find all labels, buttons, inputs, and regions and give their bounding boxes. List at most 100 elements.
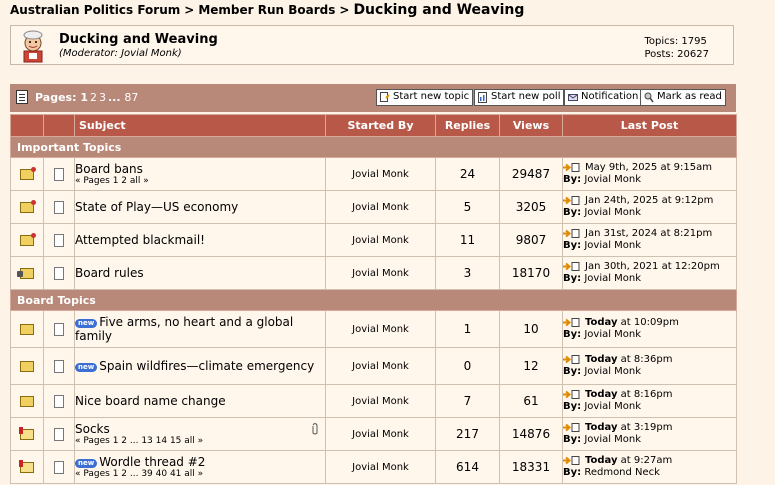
topic-title-link[interactable]: Nice board name change (75, 394, 226, 408)
board-stats: Topics: 1795 Posts: 20627 (645, 35, 710, 61)
last-post-author[interactable]: Jovial Monk (584, 207, 641, 218)
breadcrumb-link-member-boards[interactable]: Member Run Boards (198, 3, 335, 17)
topic-starter[interactable]: Jovial Monk (325, 417, 436, 451)
last-post-author[interactable]: Redmond Neck (584, 467, 660, 478)
topic-subject-cell: Socks « Pages 1 2 ... 13 14 15 all » (74, 417, 326, 451)
start-new-poll-button[interactable]: Start new poll (474, 89, 565, 106)
last-post-arrow-icon[interactable] (563, 228, 583, 238)
page-link-current[interactable]: 1 (80, 91, 88, 104)
topic-replies: 0 (435, 347, 500, 385)
topic-views: 61 (499, 384, 563, 418)
topic-type-cell (43, 384, 75, 418)
topic-starter[interactable]: Jovial Monk (325, 190, 436, 224)
topic-status-cell (10, 450, 44, 484)
topic-title-link[interactable]: Spain wildfires—climate emergency (99, 359, 314, 373)
section-row-board: Board Topics (10, 289, 737, 311)
page-link-last[interactable]: 87 (124, 91, 138, 104)
last-post-arrow-icon[interactable] (563, 389, 583, 399)
last-post-author[interactable]: Jovial Monk (584, 174, 641, 185)
last-post-author[interactable]: Jovial Monk (584, 401, 641, 412)
last-post-arrow-icon[interactable] (563, 354, 583, 364)
table-row[interactable]: new Spain wildfires—climate emergency Jovi… (10, 347, 737, 385)
topic-starter[interactable]: Jovial Monk (325, 450, 436, 484)
topic-title-link[interactable]: Five arms, no heart and a global family (75, 315, 293, 343)
page-link[interactable]: 2 (90, 91, 97, 104)
page-link[interactable]: 3 (99, 91, 106, 104)
mark-read-icon (644, 92, 654, 103)
table-row[interactable]: new Wordle thread #2 « Pages 1 2 ... 39 40… (10, 450, 737, 484)
document-icon (54, 394, 64, 408)
topic-last-post: May 9th, 2025 at 9:15am By: Jovial Monk (562, 157, 737, 191)
mark-as-read-label: Mark as read (657, 91, 722, 102)
last-post-arrow-icon[interactable] (563, 261, 583, 271)
table-row[interactable]: Socks « Pages 1 2 ... 13 14 15 all » Jovia… (10, 417, 737, 451)
topic-title-link[interactable]: Wordle thread #2 (99, 455, 205, 469)
notification-icon (568, 94, 578, 101)
header-replies[interactable]: Replies (435, 114, 500, 137)
topic-status-cell (10, 256, 44, 290)
table-row[interactable]: new Five arms, no heart and a global fami… (10, 310, 737, 348)
sticky-folder-icon (20, 167, 36, 180)
topic-title-link[interactable]: Attempted blackmail! (75, 233, 205, 247)
pagination: Pages: 1 2 3... 87 (35, 91, 140, 104)
board-toolbar: Pages: 1 2 3... 87 Start new topic Start n… (10, 84, 736, 112)
monk-mascot-icon (23, 30, 43, 63)
last-post-by-label: By: (563, 207, 582, 218)
table-row[interactable]: Board bans « Pages 1 2 all » Jovial Monk 24… (10, 157, 737, 191)
topic-title-link[interactable]: Socks (75, 422, 110, 436)
topic-replies: 7 (435, 384, 500, 418)
topic-starter[interactable]: Jovial Monk (325, 223, 436, 257)
table-row[interactable]: Nice board name change Jovial Monk 7 61 Toda… (10, 384, 737, 418)
topic-type-cell (43, 190, 75, 224)
header-views[interactable]: Views (499, 114, 563, 137)
topics-body: Important Topics Board bans « Pages 1 2 a… (10, 136, 737, 484)
topic-title-link[interactable]: Board bans (75, 162, 143, 176)
topic-last-post: Today at 8:36pm By: Jovial Monk (562, 347, 737, 385)
document-icon (54, 233, 64, 247)
last-post-arrow-icon[interactable] (563, 455, 583, 465)
board-info-box: Ducking and Weaving (Moderator: Jovial M… (10, 25, 734, 65)
topics-table: Subject Started By Replies Views Last Po… (10, 114, 737, 484)
last-post-author[interactable]: Jovial Monk (584, 434, 641, 445)
topic-title-link[interactable]: Board rules (75, 266, 144, 280)
document-icon (54, 427, 64, 441)
topic-starter[interactable]: Jovial Monk (325, 384, 436, 418)
topic-starter[interactable]: Jovial Monk (325, 310, 436, 348)
topic-starter[interactable]: Jovial Monk (325, 157, 436, 191)
mark-as-read-button[interactable]: Mark as read (640, 89, 726, 106)
last-post-author[interactable]: Jovial Monk (584, 273, 641, 284)
header-started-by[interactable]: Started By (325, 114, 436, 137)
new-badge: new (75, 362, 98, 372)
topic-last-post: Jan 31st, 2024 at 8:21pm By: Jovial Monk (562, 223, 737, 257)
notification-label: Notification (581, 91, 639, 102)
start-new-topic-button[interactable]: Start new topic (376, 89, 474, 106)
topic-replies: 5 (435, 190, 500, 224)
last-post-author[interactable]: Jovial Monk (584, 329, 641, 340)
table-row[interactable]: State of Play—US economy Jovial Monk 5 3205… (10, 190, 737, 224)
topic-pages[interactable]: « Pages 1 2 all » (75, 176, 325, 186)
last-post-arrow-icon[interactable] (563, 195, 583, 205)
document-icon (54, 460, 64, 474)
last-post-arrow-icon[interactable] (563, 162, 583, 172)
header-subject[interactable]: Subject (74, 114, 326, 137)
last-post-time: at 8:36pm (620, 354, 673, 365)
table-row[interactable]: Attempted blackmail! Jovial Monk 11 9807 Jan… (10, 223, 737, 257)
topic-starter[interactable]: Jovial Monk (325, 256, 436, 290)
topic-starter[interactable]: Jovial Monk (325, 347, 436, 385)
last-post-author[interactable]: Jovial Monk (584, 240, 641, 251)
topic-title-link[interactable]: State of Play—US economy (75, 200, 238, 214)
topic-pages[interactable]: « Pages 1 2 ... 13 14 15 all » (75, 436, 325, 446)
last-post-arrow-icon[interactable] (563, 422, 583, 432)
header-last-post[interactable]: Last Post (562, 114, 737, 137)
table-row[interactable]: Board rules Jovial Monk 3 18170 Jan 30th, 20… (10, 256, 737, 290)
last-post-date: Jan 31st, 2024 at 8:21pm (585, 228, 713, 239)
notification-button[interactable]: Notification (564, 89, 643, 106)
topic-pages[interactable]: « Pages 1 2 ... 39 40 41 all » (75, 469, 325, 479)
sticky-folder-icon (20, 233, 36, 246)
header-doc-col (43, 114, 75, 137)
topic-last-post: Jan 24th, 2025 at 9:12pm By: Jovial Monk (562, 190, 737, 224)
breadcrumb-link-forum[interactable]: Australian Politics Forum (10, 3, 180, 17)
last-post-arrow-icon[interactable] (563, 317, 583, 327)
last-post-author[interactable]: Jovial Monk (584, 366, 641, 377)
board-moderator: (Moderator: Jovial Monk) (59, 48, 182, 59)
